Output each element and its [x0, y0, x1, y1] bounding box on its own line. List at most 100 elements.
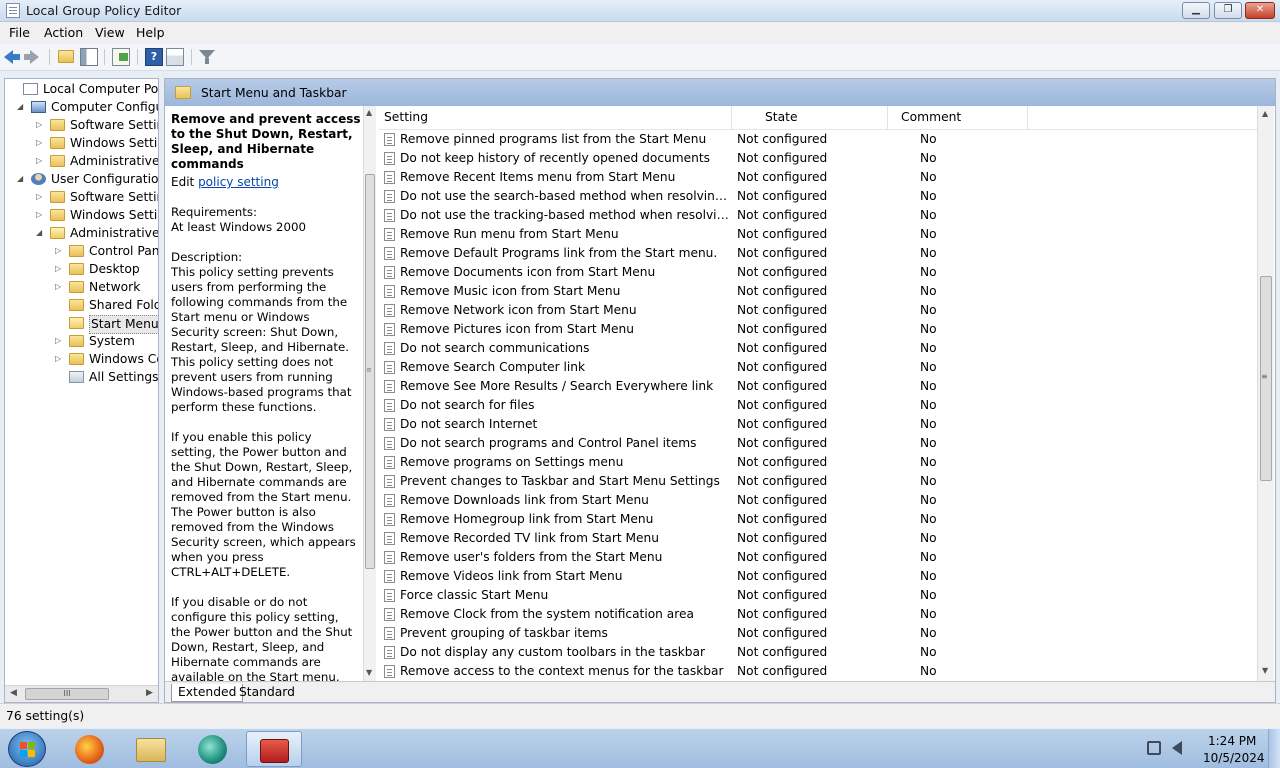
firefox-icon — [75, 735, 104, 764]
tree-horizontal-scrollbar[interactable]: ◀ III ▶ — [5, 685, 158, 702]
clock-date[interactable]: 10/5/2024 — [1203, 751, 1265, 765]
clock-time[interactable]: 1:24 PM — [1208, 734, 1256, 748]
expander-icon[interactable] — [55, 373, 62, 380]
table-row[interactable]: Remove See More Results / Search Everywh… — [379, 377, 1249, 396]
show-desktop-button[interactable] — [1268, 729, 1280, 768]
expander-icon[interactable]: ▷ — [36, 121, 43, 129]
scroll-up-icon[interactable]: ▲ — [1262, 109, 1268, 118]
table-row[interactable]: Remove Network icon from Start Menu Not c… — [379, 301, 1249, 320]
expander-icon[interactable]: ▷ — [55, 283, 62, 291]
table-row[interactable]: Do not search for files Not configured No — [379, 396, 1249, 415]
menu-action[interactable]: Action — [44, 25, 83, 40]
table-row[interactable]: Remove programs on Settings menu Not conf… — [379, 453, 1249, 472]
column-setting[interactable]: Setting — [384, 110, 428, 124]
expander-icon[interactable] — [9, 85, 16, 92]
scroll-right-icon[interactable]: ▶ — [146, 688, 153, 698]
table-row[interactable]: Remove Clock from the system notificatio… — [379, 605, 1249, 624]
taskbar-app[interactable] — [185, 731, 241, 767]
up-folder-icon[interactable] — [58, 50, 74, 63]
table-row[interactable]: Remove Recent Items menu from Start Menu… — [379, 168, 1249, 187]
expander-icon[interactable]: ▷ — [36, 193, 43, 201]
setting-name: Do not search programs and Control Panel… — [400, 436, 697, 450]
help-icon[interactable]: ? — [145, 48, 163, 66]
table-row[interactable]: Do not search communications Not configur… — [379, 339, 1249, 358]
network-icon[interactable] — [1147, 741, 1161, 755]
expander-icon[interactable]: ▷ — [55, 265, 62, 273]
folder-icon — [50, 155, 65, 167]
setting-comment: No — [920, 455, 937, 469]
start-button[interactable] — [8, 731, 46, 767]
maximize-button[interactable]: ❐ — [1214, 2, 1242, 19]
expander-icon[interactable]: ▷ — [36, 211, 43, 219]
table-row[interactable]: Remove Homegroup link from Start Menu Not… — [379, 510, 1249, 529]
menu-view[interactable]: View — [95, 25, 125, 40]
tab-standard[interactable]: Standard — [233, 684, 301, 702]
policy-setting-link[interactable]: policy setting — [198, 175, 279, 189]
expander-icon[interactable]: ▷ — [55, 247, 62, 255]
table-row[interactable]: Remove Music icon from Start Menu Not con… — [379, 282, 1249, 301]
taskbar-app[interactable] — [123, 731, 179, 767]
properties-icon[interactable] — [166, 48, 184, 66]
scroll-thumb[interactable]: III — [25, 688, 109, 700]
expander-icon[interactable]: ▷ — [55, 337, 62, 345]
show-hide-console-tree-icon[interactable] — [80, 48, 98, 66]
menu-help[interactable]: Help — [136, 25, 165, 40]
expander-icon[interactable] — [55, 319, 62, 326]
table-row[interactable]: Remove Pictures icon from Start Menu Not … — [379, 320, 1249, 339]
scroll-up-icon[interactable]: ▲ — [366, 108, 372, 117]
setting-comment: No — [920, 664, 937, 678]
table-row[interactable]: Force classic Start Menu Not configured No — [379, 586, 1249, 605]
scroll-left-icon[interactable]: ◀ — [10, 688, 17, 698]
export-list-icon[interactable] — [112, 48, 130, 66]
expander-icon[interactable]: ▷ — [36, 139, 43, 147]
expander-icon[interactable]: ◢ — [17, 103, 24, 111]
table-row[interactable]: Remove Videos link from Start Menu Not co… — [379, 567, 1249, 586]
expander-icon[interactable]: ▷ — [55, 355, 62, 363]
setting-name: Prevent changes to Taskbar and Start Men… — [400, 474, 720, 488]
taskbar-app[interactable] — [62, 731, 118, 767]
policy-setting-icon — [384, 342, 395, 355]
table-row[interactable]: Remove access to the context menus for t… — [379, 662, 1249, 681]
table-row[interactable]: Do not use the search-based method when … — [379, 187, 1249, 206]
table-row[interactable]: Remove Documents icon from Start Menu Not… — [379, 263, 1249, 282]
table-row[interactable]: Remove Default Programs link from the St… — [379, 244, 1249, 263]
scroll-down-icon[interactable]: ▼ — [366, 668, 372, 677]
description-scrollbar[interactable]: ▲ ≡ ▼ — [363, 106, 376, 681]
expander-icon[interactable]: ◢ — [17, 175, 24, 183]
table-row[interactable]: Do not display any custom toolbars in th… — [379, 643, 1249, 662]
table-row[interactable]: Remove pinned programs list from the Sta… — [379, 130, 1249, 149]
setting-comment: No — [920, 531, 937, 545]
back-icon[interactable] — [4, 48, 22, 66]
expander-icon[interactable] — [55, 301, 62, 308]
list-scrollbar[interactable]: ▲ ≡ ▼ — [1257, 106, 1274, 681]
minimize-button[interactable]: ▁ — [1182, 2, 1210, 19]
scroll-down-icon[interactable]: ▼ — [1262, 666, 1268, 675]
table-row[interactable]: Remove Downloads link from Start Menu Not… — [379, 491, 1249, 510]
title-bar[interactable]: Local Group Policy Editor ▁ ❐ ✕ — [0, 0, 1280, 22]
forward-icon[interactable] — [24, 48, 42, 66]
column-state[interactable]: State — [765, 110, 798, 124]
table-row[interactable]: Prevent grouping of taskbar items Not con… — [379, 624, 1249, 643]
setting-name: Do not search Internet — [400, 417, 538, 431]
table-row[interactable]: Remove Search Computer link Not configure… — [379, 358, 1249, 377]
column-comment[interactable]: Comment — [901, 110, 961, 124]
filter-icon[interactable] — [198, 48, 216, 66]
status-bar: 76 setting(s) — [0, 703, 1280, 728]
table-row[interactable]: Remove Recorded TV link from Start Menu N… — [379, 529, 1249, 548]
table-row[interactable]: Prevent changes to Taskbar and Start Men… — [379, 472, 1249, 491]
table-row[interactable]: Remove Run menu from Start Menu Not confi… — [379, 225, 1249, 244]
taskbar-app-active[interactable] — [246, 731, 302, 767]
table-row[interactable]: Do not search programs and Control Panel… — [379, 434, 1249, 453]
volume-icon[interactable] — [1172, 741, 1182, 755]
policy-setting-icon — [384, 570, 395, 583]
tree-item-label: Shared Folder — [89, 298, 158, 312]
table-row[interactable]: Do not search Internet Not configured No — [379, 415, 1249, 434]
table-row[interactable]: Remove user's folders from the Start Men… — [379, 548, 1249, 567]
expander-icon[interactable]: ▷ — [36, 157, 43, 165]
table-row[interactable]: Do not keep history of recently opened d… — [379, 149, 1249, 168]
policy-setting-icon — [384, 133, 395, 146]
menu-file[interactable]: File — [9, 25, 30, 40]
table-row[interactable]: Do not use the tracking-based method whe… — [379, 206, 1249, 225]
close-button[interactable]: ✕ — [1245, 2, 1275, 19]
expander-icon[interactable]: ◢ — [36, 229, 43, 237]
